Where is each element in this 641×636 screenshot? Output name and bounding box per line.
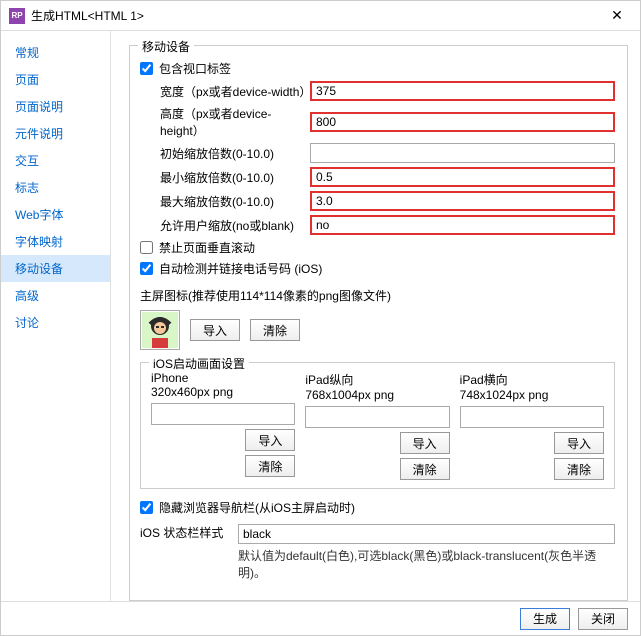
splash-col-2: iPad横向748x1024px png 导入清除 — [460, 371, 604, 480]
splash-device-1: iPad纵向 — [305, 371, 449, 388]
sidebar-item-1[interactable]: 页面 — [1, 66, 110, 93]
field-label-min_scale: 最小缩放倍数(0-10.0) — [140, 169, 310, 186]
ios-statusbar-label: iOS 状态栏样式 — [140, 524, 230, 541]
mobile-groupbox: 移动设备 包含视口标签 宽度（px或者device-width）高度（px或者d… — [129, 45, 628, 601]
generate-button[interactable]: 生成 — [520, 608, 570, 630]
sidebar-item-10[interactable]: 讨论 — [1, 309, 110, 336]
field-row-width: 宽度（px或者device-width） — [140, 81, 615, 101]
ios-statusbar-input[interactable] — [238, 524, 615, 544]
splash-preview-2 — [460, 406, 604, 428]
home-icon-preview — [140, 310, 180, 350]
include-viewport-row: 包含视口标签 — [140, 60, 615, 77]
sidebar-item-8[interactable]: 移动设备 — [1, 255, 110, 282]
splash-preview-1 — [305, 406, 449, 428]
field-input-min_scale[interactable] — [310, 167, 615, 187]
field-row-height: 高度（px或者device-height） — [140, 105, 615, 139]
disable-vscroll-checkbox[interactable] — [140, 241, 153, 254]
hide-navbar-row: 隐藏浏览器导航栏(从iOS主屏启动时) — [140, 499, 615, 516]
hide-navbar-label: 隐藏浏览器导航栏(从iOS主屏启动时) — [159, 499, 355, 516]
splash-group-title: iOS启动画面设置 — [149, 355, 249, 372]
splash-import-0[interactable]: 导入 — [245, 429, 295, 451]
splash-preview-0 — [151, 403, 295, 425]
sidebar-item-5[interactable]: 标志 — [1, 174, 110, 201]
splash-clear-1[interactable]: 清除 — [400, 458, 450, 480]
field-input-max_scale[interactable] — [310, 191, 615, 211]
field-row-user_scalable: 允许用户缩放(no或blank) — [140, 215, 615, 235]
sidebar-item-7[interactable]: 字体映射 — [1, 228, 110, 255]
close-icon[interactable]: ✕ — [602, 7, 632, 24]
home-icon-import-button[interactable]: 导入 — [190, 319, 240, 341]
disable-vscroll-label: 禁止页面垂直滚动 — [159, 239, 255, 256]
ios-statusbar-row: iOS 状态栏样式 默认值为default(白色),可选black(黑色)或bl… — [140, 524, 615, 582]
sidebar-item-9[interactable]: 高级 — [1, 282, 110, 309]
sidebar-item-0[interactable]: 常规 — [1, 39, 110, 66]
field-row-min_scale: 最小缩放倍数(0-10.0) — [140, 167, 615, 187]
field-label-width: 宽度（px或者device-width） — [140, 83, 310, 100]
ios-statusbar-hint: 默认值为default(白色),可选black(黑色)或black-transl… — [238, 548, 615, 582]
field-label-user_scalable: 允许用户缩放(no或blank) — [140, 217, 310, 234]
splash-col-0: iPhone320x460px png 导入清除 — [151, 371, 295, 480]
splash-import-2[interactable]: 导入 — [554, 432, 604, 454]
app-icon: RP — [9, 8, 25, 24]
sidebar-item-3[interactable]: 元件说明 — [1, 120, 110, 147]
close-button[interactable]: 关闭 — [578, 608, 628, 630]
splash-size-2: 748x1024px png — [460, 388, 604, 402]
main-panel: 移动设备 包含视口标签 宽度（px或者device-width） 高度（px或者d… — [111, 31, 640, 601]
field-row-max_scale: 最大缩放倍数(0-10.0) — [140, 191, 615, 211]
window-title: 生成HTML<HTML 1> — [31, 7, 602, 24]
sidebar-item-2[interactable]: 页面说明 — [1, 93, 110, 120]
home-icon-clear-button[interactable]: 清除 — [250, 319, 300, 341]
sidebar-item-6[interactable]: Web字体 — [1, 201, 110, 228]
home-icon-label: 主屏图标(推荐使用114*114像素的png图像文件) — [140, 287, 615, 304]
include-viewport-checkbox[interactable] — [140, 62, 153, 75]
disable-vscroll-row: 禁止页面垂直滚动 — [140, 239, 615, 256]
field-row-initial_scale: 初始缩放倍数(0-10.0) — [140, 143, 615, 163]
splash-device-2: iPad横向 — [460, 371, 604, 388]
field-input-height[interactable] — [310, 112, 615, 132]
auto-detect-phone-checkbox[interactable] — [140, 262, 153, 275]
splash-device-0: iPhone — [151, 371, 295, 385]
home-icon-row: 导入 清除 — [140, 310, 615, 350]
footer: 生成 关闭 — [1, 601, 640, 635]
splash-col-1: iPad纵向768x1004px png 导入清除 — [305, 371, 449, 480]
field-label-max_scale: 最大缩放倍数(0-10.0) — [140, 193, 310, 210]
mobile-group-title: 移动设备 — [138, 38, 194, 55]
auto-detect-phone-label: 自动检测并链接电话号码 (iOS) — [159, 260, 322, 277]
auto-detect-phone-row: 自动检测并链接电话号码 (iOS) — [140, 260, 615, 277]
hide-navbar-checkbox[interactable] — [140, 501, 153, 514]
splash-clear-0[interactable]: 清除 — [245, 455, 295, 477]
splash-size-0: 320x460px png — [151, 385, 295, 399]
splash-clear-2[interactable]: 清除 — [554, 458, 604, 480]
field-input-initial_scale[interactable] — [310, 143, 615, 163]
include-viewport-label: 包含视口标签 — [159, 60, 231, 77]
titlebar: RP 生成HTML<HTML 1> ✕ — [1, 1, 640, 31]
splash-groupbox: iOS启动画面设置 iPhone320x460px png导入清除iPad纵向7… — [140, 362, 615, 489]
field-input-width[interactable] — [310, 81, 615, 101]
field-label-height: 高度（px或者device-height） — [140, 105, 310, 139]
splash-size-1: 768x1004px png — [305, 388, 449, 402]
field-input-user_scalable[interactable] — [310, 215, 615, 235]
sidebar-item-4[interactable]: 交互 — [1, 147, 110, 174]
sidebar: 常规页面页面说明元件说明交互标志Web字体字体映射移动设备高级讨论 — [1, 31, 111, 601]
field-label-initial_scale: 初始缩放倍数(0-10.0) — [140, 145, 310, 162]
splash-import-1[interactable]: 导入 — [400, 432, 450, 454]
